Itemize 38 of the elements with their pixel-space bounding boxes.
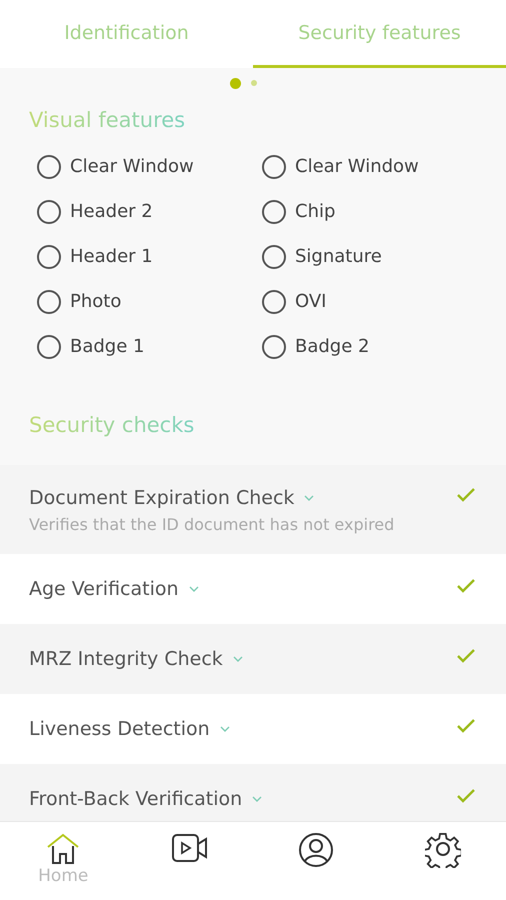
page-dot[interactable] <box>230 78 240 88</box>
radio-label[interactable]: Signature <box>295 246 382 267</box>
radio-label[interactable]: Header 1 <box>70 246 153 267</box>
radio-button[interactable] <box>262 244 286 268</box>
radio-button[interactable] <box>37 290 61 314</box>
radio-label[interactable]: Header 2 <box>70 201 153 222</box>
radio-label[interactable]: Clear Window <box>70 156 194 177</box>
check-name: Liveness Detection <box>29 718 210 740</box>
home-icon[interactable] <box>45 832 82 866</box>
radio-button[interactable] <box>262 290 286 314</box>
check-name: Age Verification <box>29 578 179 600</box>
check-description: Verifies that the ID document has not expired <box>29 515 394 534</box>
radio-button[interactable] <box>37 244 61 268</box>
radio-label[interactable]: Photo <box>70 291 122 312</box>
radio-label[interactable]: Chip <box>295 201 336 222</box>
check-name: Document Expiration Check <box>29 487 294 509</box>
radio-button[interactable] <box>37 154 61 178</box>
radio-button[interactable] <box>262 154 286 178</box>
radio-button[interactable] <box>37 200 61 224</box>
check-row[interactable]: Front-Back Verification <box>0 764 506 821</box>
check-row[interactable]: Liveness Detection <box>0 694 506 764</box>
radio-label[interactable]: Badge 2 <box>295 336 370 357</box>
radio-label[interactable]: Clear Window <box>295 156 419 177</box>
section-title: Security checks <box>29 413 194 437</box>
check-row[interactable]: Age Verification <box>0 554 506 624</box>
radio-label[interactable]: OVI <box>295 291 326 312</box>
radio-button[interactable] <box>262 334 286 358</box>
settings-icon[interactable] <box>424 832 461 868</box>
page-dot[interactable] <box>250 80 256 86</box>
radio-button[interactable] <box>37 334 61 358</box>
profile-icon[interactable] <box>298 832 334 868</box>
check-row[interactable]: Document Expiration Check Verifies that the ID document has not expired <box>0 465 506 554</box>
check-row[interactable]: MRZ Integrity Check <box>0 624 506 694</box>
video-icon[interactable] <box>170 832 209 864</box>
check-name: Front-Back Verification <box>29 788 242 810</box>
radio-label[interactable]: Badge 1 <box>70 336 144 357</box>
radio-button[interactable] <box>262 200 286 224</box>
check-name: MRZ Integrity Check <box>29 648 223 670</box>
